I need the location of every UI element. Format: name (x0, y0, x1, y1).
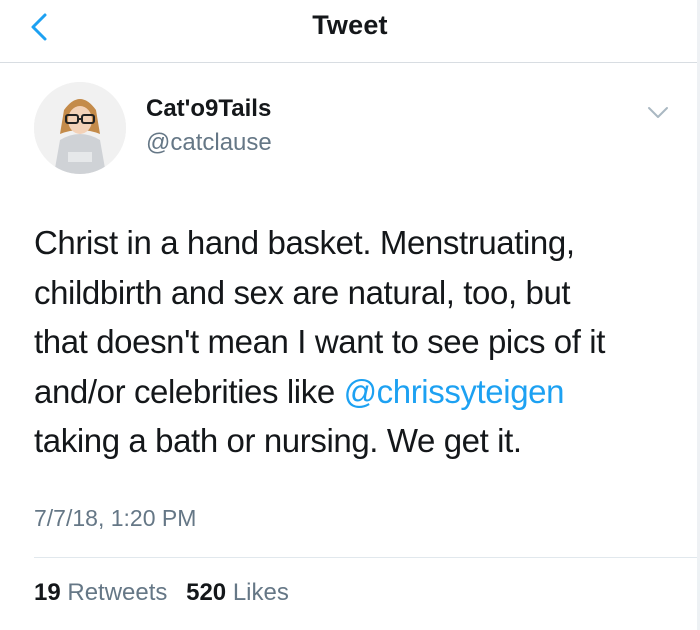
engagement-stats: 19 Retweets 520 Likes (34, 579, 301, 607)
tweet-line: childbirth and sex are natural, too, but (34, 273, 571, 311)
timestamp[interactable]: 7/7/18, 1:20 PM (34, 505, 196, 532)
tweet-line-text: and/or celebrities like (34, 372, 344, 410)
page-title: Tweet (312, 10, 388, 40)
divider (34, 557, 700, 558)
avatar[interactable] (34, 82, 126, 174)
likes-label: Likes (232, 579, 289, 606)
retweets-label: Retweets (67, 579, 168, 606)
avatar-image (34, 82, 126, 174)
author-name[interactable]: Cat'o9Tails (146, 95, 271, 123)
top-nav-bar: Tweet (0, 0, 700, 63)
tweet-text: Christ in a hand basket. Menstruating, c… (34, 218, 684, 466)
tweet-line: taking a bath or nursing. We get it. (34, 422, 522, 459)
tweet-line: and/or celebrities like @chrissyteigen (34, 367, 684, 417)
retweets-count: 19 (34, 579, 61, 606)
likes-stat[interactable]: 520 Likes (186, 579, 289, 606)
mention-link[interactable]: @chrissyteigen (344, 373, 565, 410)
chevron-down-icon[interactable] (647, 106, 669, 120)
likes-count: 520 (186, 579, 227, 606)
author-handle[interactable]: @catclause (146, 129, 272, 157)
retweets-stat[interactable]: 19 Retweets (34, 579, 167, 606)
tweet-line: Christ in a hand basket. Menstruating, (34, 224, 575, 261)
tweet-line: that doesn't mean I want to see pics of … (34, 323, 605, 360)
